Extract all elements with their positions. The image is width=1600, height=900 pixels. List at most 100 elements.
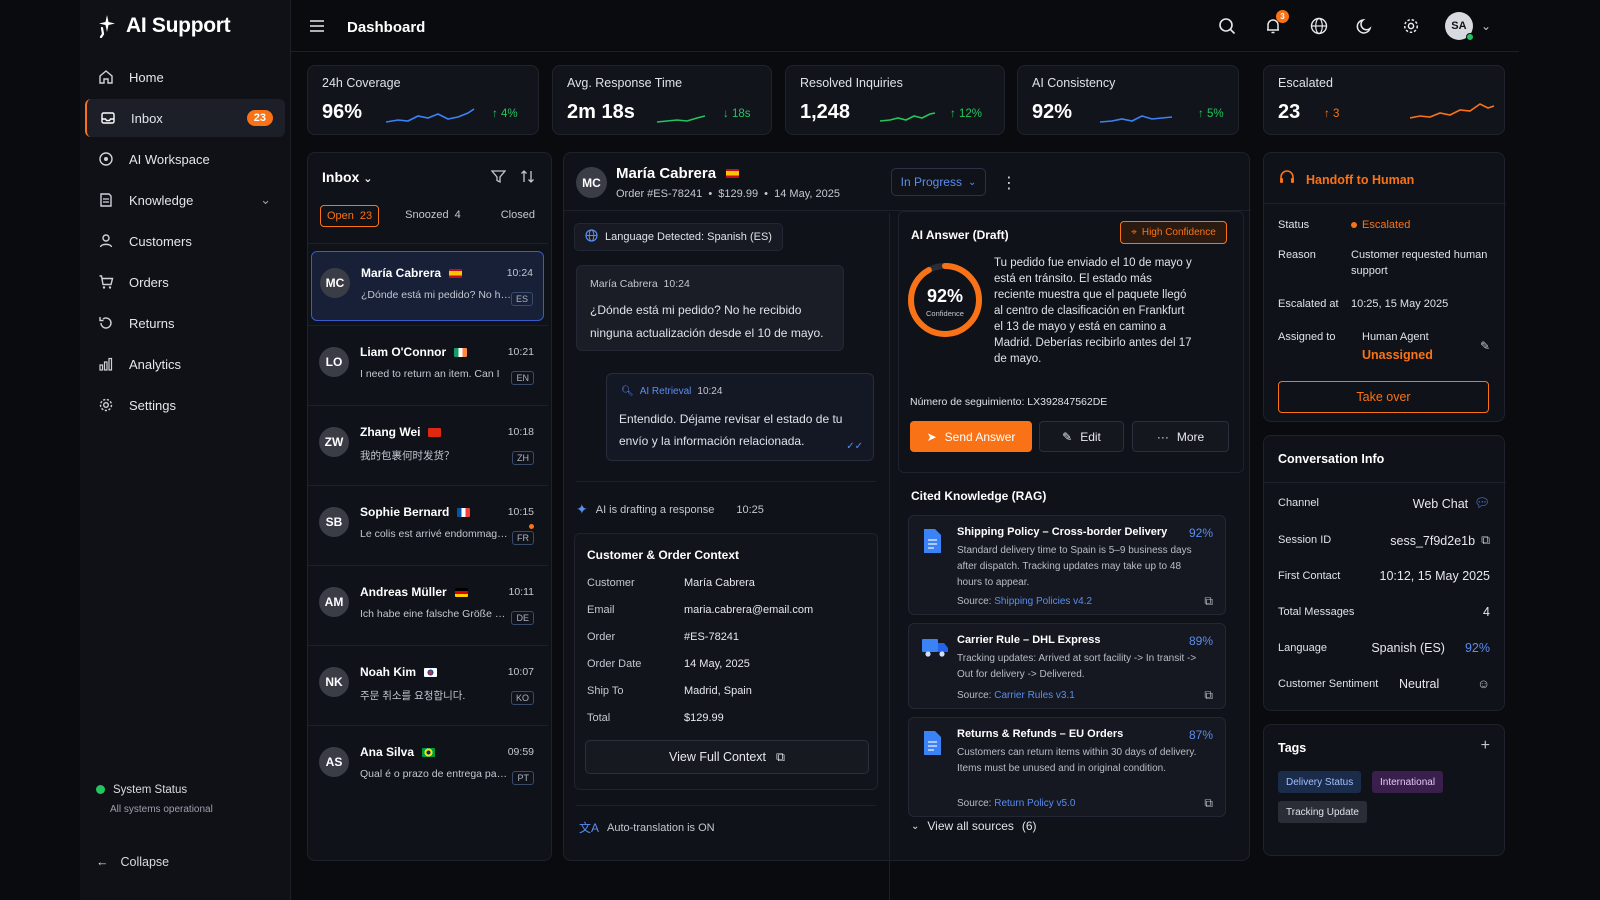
avatar: LO: [319, 347, 349, 377]
status-dot-icon: [1351, 222, 1357, 229]
flag-br-icon: [422, 747, 436, 757]
conversation-item[interactable]: NK Noah Kim 10:07 주문 취소를 요청합니다. KO: [311, 651, 544, 721]
sidebar-item-orders[interactable]: Orders: [85, 263, 285, 301]
conversation-panel: MC María Cabrera Order #ES-78241 • $129.…: [563, 152, 1251, 900]
stat-label: Resolved Inquiries: [800, 76, 903, 90]
sidebar-item-home[interactable]: Home: [85, 58, 285, 96]
conversation-item[interactable]: MC María Cabrera 10:24 ¿Dónde está mi pe…: [311, 251, 544, 321]
tag-chip[interactable]: International: [1372, 771, 1444, 793]
filter-icon[interactable]: [490, 169, 507, 187]
conversation-item[interactable]: LO Liam O'Connor 10:21 I need to return …: [311, 331, 544, 401]
sidebar-item-label: AI Workspace: [129, 151, 210, 167]
menu-icon[interactable]: [309, 19, 325, 36]
sidebar-item-label: Knowledge: [129, 192, 194, 208]
edit-button[interactable]: ✎ Edit: [1039, 421, 1124, 452]
message-preview: Le colis est arrivé endommagé, que: [360, 528, 510, 540]
sender-name: María Cabrera: [590, 278, 658, 290]
more-button[interactable]: ··· More: [1132, 421, 1229, 452]
system-status-label: System Status: [113, 784, 188, 796]
external-link-icon[interactable]: ⧉: [1204, 594, 1213, 609]
contact-name: Andreas Müller: [360, 585, 447, 599]
view-full-context-button[interactable]: View Full Context ⧉: [585, 740, 869, 774]
avatar[interactable]: SA: [1444, 12, 1474, 41]
inbox-dropdown[interactable]: Inbox ⌄: [322, 169, 372, 185]
source-link[interactable]: Carrier Rules v3.1: [994, 690, 1075, 701]
knowledge-source: Source: Carrier Rules v3.1: [957, 690, 1075, 701]
moon-icon[interactable]: [1353, 14, 1377, 38]
context-row: Order #ES-78241: [587, 631, 877, 643]
info-value: sess_7f9d2e1b: [1390, 533, 1476, 548]
chat-icon: 💬︎: [1474, 496, 1490, 510]
chevron-down-icon[interactable]: ⌄: [1481, 19, 1491, 33]
sidebar-item-knowledge[interactable]: Knowledge ⌄: [85, 181, 285, 219]
external-link-icon[interactable]: ⧉: [1204, 796, 1213, 811]
sidebar-item-settings[interactable]: Settings: [85, 386, 285, 424]
collapse-button[interactable]: ← Collapse: [96, 855, 169, 869]
drafting-text: AI is drafting a response: [595, 503, 715, 516]
avatar: NK: [319, 667, 349, 697]
conversation-item[interactable]: AM Andreas Müller 10:11 Ich habe eine fa…: [311, 571, 544, 641]
language-badge: ZH: [512, 451, 534, 465]
ai-answer-column: AI Answer (Draft) ⌖ High Confidence 92% C…: [894, 153, 1244, 862]
search-icon[interactable]: [1215, 14, 1239, 38]
stat-delta-value: 5%: [1206, 108, 1224, 120]
handoff-key: Assigned to: [1278, 331, 1336, 343]
flag-kr-icon: [424, 667, 438, 677]
contact-name: María Cabrera: [616, 165, 717, 182]
external-link-icon[interactable]: ⧉: [1204, 688, 1213, 703]
view-all-sources-button[interactable]: ⌄ View all sources (6): [911, 819, 1037, 833]
pencil-icon[interactable]: ✎: [1480, 339, 1490, 353]
send-answer-button[interactable]: ➤ Send Answer: [910, 421, 1032, 452]
conversation-item[interactable]: AS Ana Silva 09:59 Qual é o prazo de ent…: [311, 731, 544, 801]
bell-icon[interactable]: 3: [1261, 10, 1289, 38]
view-all-count: (6): [1021, 819, 1037, 833]
conversation-item[interactable]: ZW Zhang Wei 10:18 我的包裹何时发货？ ZH: [311, 411, 544, 481]
customer-order-context: Customer & Order Context Customer María C…: [574, 533, 878, 790]
info-row: First Contact 10:12, 15 May 2025: [1278, 569, 1490, 583]
sidebar-item-customers[interactable]: Customers: [85, 222, 285, 260]
gear-icon[interactable]: [1399, 14, 1423, 38]
knowledge-card[interactable]: Returns & Refunds – EU Orders 87% Custom…: [908, 717, 1226, 817]
language-badge: ES: [510, 292, 533, 306]
tab-closed[interactable]: Closed: [495, 205, 541, 227]
logo[interactable]: AI Support: [96, 14, 231, 38]
knowledge-card[interactable]: Shipping Policy – Cross-border Delivery …: [908, 515, 1226, 615]
chevron-down-icon[interactable]: ⌄: [260, 192, 271, 208]
sort-icon[interactable]: [520, 169, 535, 187]
context-key: Ship To: [587, 685, 624, 697]
info-value: Spanish (ES): [1371, 641, 1445, 655]
sidebar-item-returns[interactable]: Returns: [85, 304, 285, 342]
sidebar-item-inbox[interactable]: Inbox 23: [85, 99, 285, 137]
tag-chip[interactable]: Tracking Update: [1278, 801, 1367, 823]
customer-message: María Cabrera 10:24 ¿Dónde está mi pedid…: [576, 265, 844, 351]
take-over-button[interactable]: Take over: [1278, 381, 1489, 413]
bar-chart-icon: [97, 355, 115, 373]
globe-icon[interactable]: [1307, 14, 1331, 38]
knowledge-card[interactable]: Carrier Rule – DHL Express 89% Tracking …: [908, 623, 1226, 709]
copy-icon[interactable]: ⧉: [1481, 533, 1490, 548]
user-menu[interactable]: SA ⌄: [1444, 12, 1491, 41]
contact-name: Zhang Wei: [360, 425, 421, 439]
high-confidence-badge: ⌖ High Confidence: [1120, 221, 1227, 244]
context-row: Email maria.cabrera@email.com: [587, 604, 877, 616]
info-row: Language Spanish (ES) 92%: [1278, 641, 1490, 655]
tab-snoozed[interactable]: Snoozed 4: [399, 205, 467, 227]
user-icon: [97, 232, 115, 250]
source-link[interactable]: Return Policy v5.0: [994, 798, 1075, 809]
tab-count: 4: [454, 209, 461, 221]
sidebar-item-ai-workspace[interactable]: AI Workspace: [85, 140, 285, 178]
stat-delta-value: 18s: [731, 108, 751, 120]
pencil-icon: ✎: [1062, 429, 1073, 444]
tag-chip[interactable]: Delivery Status: [1278, 771, 1362, 793]
conversation-item[interactable]: SB Sophie Bernard 10:15 Le colis est arr…: [311, 491, 544, 561]
sidebar-item-analytics[interactable]: Analytics: [85, 345, 285, 383]
confidence-label: Confidence: [926, 309, 964, 318]
source-link[interactable]: Shipping Policies v4.2: [994, 596, 1092, 607]
sidebar-item-label: Inbox: [131, 110, 163, 126]
message-time: 10:07: [507, 666, 534, 678]
flag-de-icon: [454, 587, 468, 597]
knowledge-match-pct: 87%: [1188, 728, 1213, 742]
tab-open[interactable]: Open 23: [320, 205, 380, 227]
ai-workspace-icon: [97, 150, 115, 168]
add-tag-icon[interactable]: +: [1481, 737, 1490, 755]
